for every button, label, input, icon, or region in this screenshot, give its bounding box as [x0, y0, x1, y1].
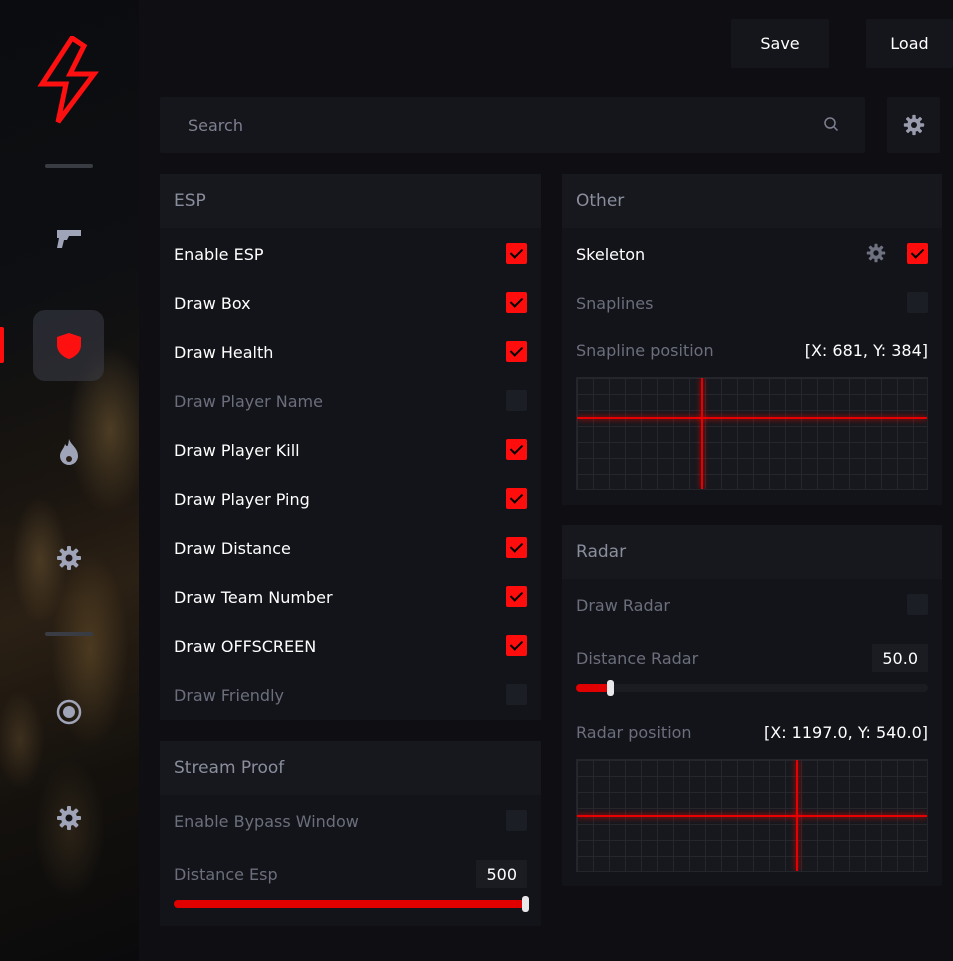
esp-panel: ESP Enable ESP Draw Box Draw Health Draw Pl… [160, 174, 541, 720]
esp-option-row: Draw OFFSCREEN [174, 634, 527, 658]
lightning-logo-icon [37, 36, 99, 124]
bypass-window-checkbox[interactable] [506, 810, 527, 831]
gear-icon [56, 545, 81, 570]
esp-option-label: Draw Health [174, 342, 274, 362]
esp-option-label: Draw Distance [174, 538, 291, 558]
esp-option-row: Draw Team Number [174, 585, 527, 609]
save-button[interactable]: Save [731, 19, 829, 68]
sidebar-item-radar[interactable] [33, 676, 104, 747]
stream-proof-panel: Stream Proof Enable Bypass Window Distan… [160, 741, 541, 926]
esp-option-checkbox[interactable] [506, 243, 527, 264]
esp-option-label: Enable ESP [174, 244, 264, 264]
snaplines-checkbox[interactable] [907, 292, 928, 313]
sidebar-divider [45, 632, 93, 636]
snapline-position-value: [X: 681, Y: 384] [804, 340, 928, 360]
esp-option-label: Draw Player Kill [174, 440, 300, 460]
draw-radar-row: Draw Radar [576, 593, 928, 617]
snaplines-label: Snaplines [576, 293, 654, 313]
esp-option-row: Draw Box [174, 291, 527, 315]
esp-option-label: Draw Player Ping [174, 489, 310, 509]
esp-option-row: Draw Player Kill [174, 438, 527, 462]
esp-option-label: Draw Team Number [174, 587, 333, 607]
load-button[interactable]: Load [866, 19, 953, 68]
distance-esp-slider[interactable] [174, 896, 529, 912]
radar-position-label: Radar position [576, 722, 692, 742]
esp-option-label: Draw Box [174, 293, 251, 313]
skeleton-settings-gear-icon[interactable] [866, 243, 886, 263]
slider-handle[interactable] [607, 680, 615, 696]
sidebar-item-misc[interactable] [33, 416, 104, 487]
esp-option-checkbox[interactable] [506, 635, 527, 656]
esp-panel-title: ESP [160, 174, 541, 228]
radar-panel: Radar Draw Radar Distance Radar 50.0 Rad… [562, 525, 942, 886]
esp-option-checkbox[interactable] [506, 586, 527, 607]
draw-radar-label: Draw Radar [576, 595, 670, 615]
search-input[interactable] [188, 115, 788, 135]
crosshair-vertical [701, 378, 703, 489]
skeleton-row: Skeleton [576, 242, 928, 266]
sidebar [0, 0, 139, 961]
esp-option-label: Draw Player Name [174, 391, 323, 411]
distance-esp-label: Distance Esp [174, 864, 278, 884]
crosshair-horizontal [577, 815, 927, 817]
draw-radar-checkbox[interactable] [907, 594, 928, 615]
sidebar-divider [45, 164, 93, 168]
esp-option-row: Draw Friendly [174, 683, 527, 707]
search-bar [160, 97, 865, 153]
esp-option-label: Draw OFFSCREEN [174, 636, 317, 656]
distance-esp-row: Distance Esp 500 [174, 860, 527, 888]
settings-gear-icon [56, 805, 81, 830]
search-icon[interactable] [823, 116, 839, 132]
esp-option-row: Draw Player Ping [174, 487, 527, 511]
esp-option-checkbox[interactable] [506, 537, 527, 558]
stream-proof-panel-title: Stream Proof [160, 741, 541, 795]
sidebar-item-settings[interactable] [33, 522, 104, 593]
skeleton-checkbox[interactable] [907, 243, 928, 264]
other-panel: Other Skeleton Snaplines Snapline positi… [562, 174, 942, 505]
esp-option-checkbox[interactable] [506, 341, 527, 362]
radar-position-value: [X: 1197.0, Y: 540.0] [763, 722, 928, 742]
sidebar-item-visuals[interactable] [33, 310, 104, 381]
snapline-position-row: Snapline position [X: 681, Y: 384] [576, 338, 928, 362]
skeleton-label: Skeleton [576, 244, 646, 264]
slider-fill [174, 900, 526, 908]
esp-option-row: Enable ESP [174, 242, 527, 266]
esp-option-row: Draw Player Name [174, 389, 527, 413]
distance-esp-value[interactable]: 500 [476, 860, 527, 888]
esp-option-checkbox[interactable] [506, 439, 527, 460]
snapline-position-label: Snapline position [576, 340, 714, 360]
radar-position-picker[interactable] [576, 759, 928, 872]
distance-radar-value[interactable]: 50.0 [872, 644, 928, 672]
esp-option-checkbox[interactable] [506, 684, 527, 705]
esp-option-row: Draw Distance [174, 536, 527, 560]
crosshair-vertical [796, 760, 798, 871]
settings-button[interactable] [887, 97, 940, 153]
other-panel-title: Other [562, 174, 942, 228]
esp-option-row: Draw Health [174, 340, 527, 364]
esp-option-checkbox[interactable] [506, 488, 527, 509]
distance-radar-row: Distance Radar 50.0 [576, 644, 928, 672]
snaplines-row: Snaplines [576, 291, 928, 315]
slider-handle[interactable] [522, 896, 529, 912]
shield-icon [56, 332, 81, 359]
radar-icon [56, 699, 81, 724]
esp-option-checkbox[interactable] [506, 292, 527, 313]
gear-icon [903, 114, 924, 136]
esp-option-checkbox[interactable] [506, 390, 527, 411]
gun-icon [56, 229, 81, 248]
esp-option-label: Draw Friendly [174, 685, 284, 705]
bypass-window-label: Enable Bypass Window [174, 811, 359, 831]
radar-position-row: Radar position [X: 1197.0, Y: 540.0] [576, 720, 928, 744]
fire-icon [59, 438, 78, 465]
bypass-window-row: Enable Bypass Window [174, 809, 527, 833]
distance-radar-slider[interactable] [576, 680, 928, 696]
sidebar-item-aimbot[interactable] [33, 203, 104, 274]
crosshair-horizontal [577, 417, 927, 419]
sidebar-item-config[interactable] [33, 782, 104, 853]
snapline-position-picker[interactable] [576, 377, 928, 490]
active-indicator [0, 327, 4, 363]
slider-fill [576, 684, 612, 692]
radar-panel-title: Radar [562, 525, 942, 579]
distance-radar-label: Distance Radar [576, 648, 699, 668]
